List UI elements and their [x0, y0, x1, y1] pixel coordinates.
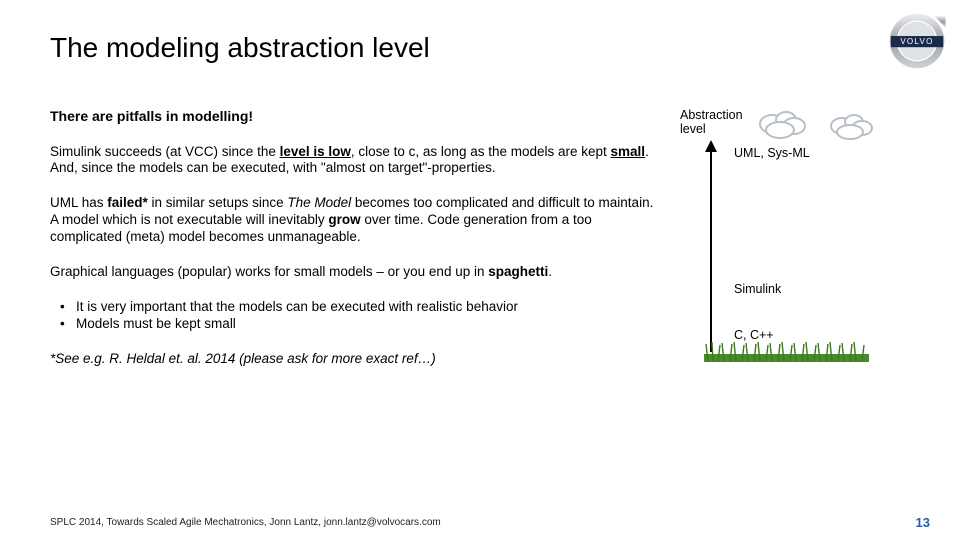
volvo-logo: VOLVO [886, 10, 948, 77]
slide-title: The modeling abstraction level [50, 32, 908, 64]
bullet-item: Models must be kept small [60, 316, 660, 333]
label-simulink: Simulink [734, 282, 781, 296]
footnote: *See e.g. R. Heldal et. al. 2014 (please… [50, 351, 660, 368]
clouds-icon [750, 106, 880, 146]
body-text: There are pitfalls in modelling! Simulin… [50, 108, 660, 385]
page-number: 13 [916, 515, 930, 530]
bullet-item: It is very important that the models can… [60, 299, 660, 316]
svg-text:VOLVO: VOLVO [900, 37, 933, 46]
paragraph-simulink: Simulink succeeds (at VCC) since the lev… [50, 144, 660, 178]
paragraph-graphical: Graphical languages (popular) works for … [50, 264, 660, 281]
abstraction-diagram: Abstraction level UML, Sys-ML Simulink C… [670, 108, 890, 385]
grass-icon [704, 340, 869, 362]
bullet-list: It is very important that the models can… [60, 299, 660, 333]
subheading: There are pitfalls in modelling! [50, 108, 660, 126]
axis-arrow [710, 142, 712, 352]
slide-footer: SPLC 2014, Towards Scaled Agile Mechatro… [50, 517, 441, 528]
paragraph-uml: UML has failed* in similar setups since … [50, 195, 660, 246]
label-uml: UML, Sys-ML [734, 146, 810, 160]
